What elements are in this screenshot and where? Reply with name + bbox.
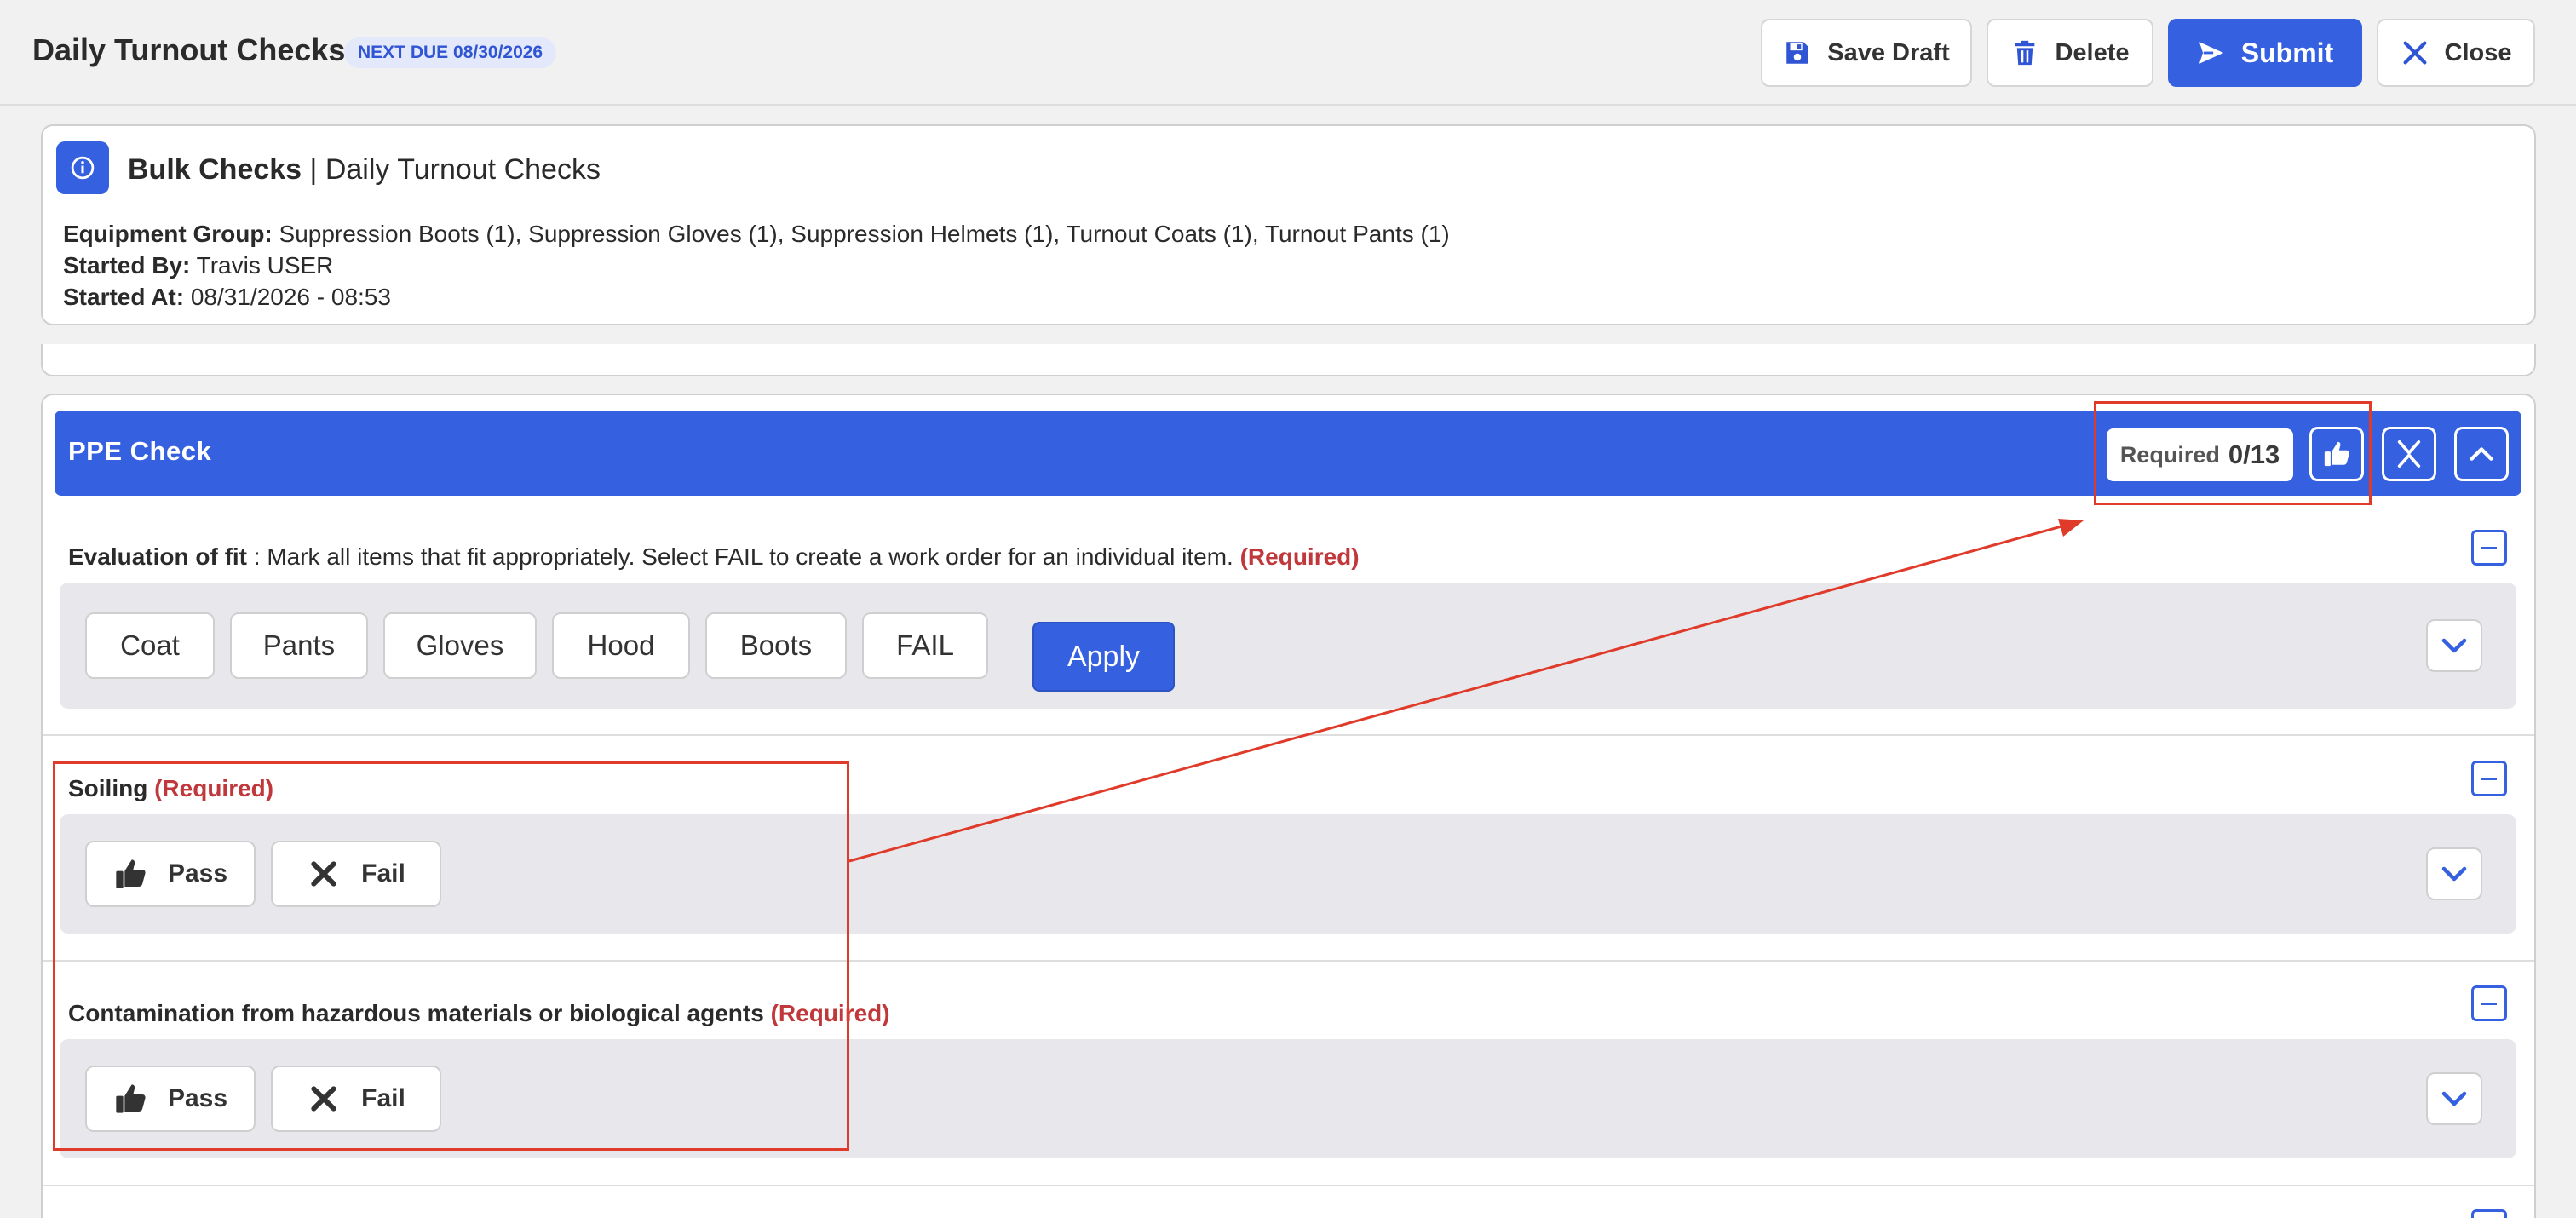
- close-label: Close: [2444, 38, 2512, 66]
- fit-option-hood[interactable]: Hood: [552, 612, 690, 679]
- info-circle-icon: [56, 141, 109, 194]
- top-bar: Daily Turnout Checks NEXT DUE 08/30/2026…: [0, 0, 2576, 106]
- soiling-minus-button[interactable]: [2471, 761, 2507, 796]
- page-title: Daily Turnout Checks: [32, 32, 346, 67]
- info-details: Equipment Group: Suppression Boots (1), …: [63, 218, 1450, 313]
- chevron-down-icon: [2441, 1091, 2467, 1106]
- collapsed-section-strip: [41, 344, 2536, 376]
- chevron-down-icon: [2441, 638, 2467, 653]
- minus-icon: [2481, 1002, 2497, 1005]
- equipment-group-label: Equipment Group:: [63, 221, 273, 247]
- info-heading: Bulk Checks | Daily Turnout Checks: [128, 153, 601, 187]
- equipment-group-value: Suppression Boots (1), Suppression Glove…: [272, 221, 1450, 247]
- equipment-group-line: Equipment Group: Suppression Boots (1), …: [63, 218, 1450, 250]
- annotation-box-required: [2094, 401, 2372, 505]
- apply-button[interactable]: Apply: [1032, 622, 1175, 692]
- started-at-label: Started At:: [63, 284, 185, 310]
- info-heading-bold: Bulk Checks: [128, 153, 302, 186]
- minus-icon: [2481, 546, 2497, 549]
- contamination-expand-button[interactable]: [2426, 1072, 2482, 1125]
- started-at-value: 08/31/2026 - 08:53: [184, 284, 391, 310]
- delete-label: Delete: [2055, 38, 2130, 66]
- fit-expand-button[interactable]: [2426, 619, 2482, 672]
- floppy-disk-icon: [1786, 42, 1809, 64]
- started-by-line: Started By: Travis USER: [63, 250, 1450, 281]
- fit-minus-button[interactable]: [2471, 530, 2507, 566]
- fit-option-gloves[interactable]: Gloves: [383, 612, 537, 679]
- submit-button[interactable]: Submit: [2168, 19, 2362, 87]
- next-due-badge: NEXT DUE 08/30/2026: [344, 37, 557, 68]
- fit-required-tag: (Required): [1239, 543, 1360, 570]
- started-at-line: Started At: 08/31/2026 - 08:53: [63, 281, 1450, 313]
- divider: [43, 1185, 2534, 1186]
- contamination-minus-button[interactable]: [2471, 985, 2507, 1021]
- started-by-value: Travis USER: [190, 252, 334, 279]
- x-icon: [2403, 41, 2426, 65]
- soiling-expand-button[interactable]: [2426, 847, 2482, 900]
- fit-label-rest: : Mark all items that fit appropriately.…: [247, 543, 1240, 570]
- started-by-label: Started By:: [63, 252, 191, 279]
- fail-all-button[interactable]: [2382, 427, 2436, 481]
- fit-option-coat[interactable]: Coat: [85, 612, 215, 679]
- ppe-check-title: PPE Check: [68, 436, 212, 466]
- fit-question-label: Evaluation of fit : Mark all items that …: [68, 543, 1360, 571]
- close-button[interactable]: Close: [2377, 19, 2535, 87]
- fit-option-fail[interactable]: FAIL: [862, 612, 988, 679]
- collapse-arrows-icon: [2397, 440, 2421, 468]
- paper-plane-icon: [2199, 42, 2223, 64]
- fit-option-pants[interactable]: Pants: [230, 612, 368, 679]
- submit-label: Submit: [2240, 37, 2334, 68]
- annotation-box-questions: [53, 761, 849, 1151]
- collapse-section-button[interactable]: [2454, 427, 2509, 481]
- bulk-checks-info-card: Bulk Checks | Daily Turnout Checks Equip…: [41, 124, 2536, 325]
- minus-icon: [2481, 777, 2497, 780]
- delete-button[interactable]: Delete: [1987, 19, 2153, 87]
- trash-icon: [2015, 40, 2035, 66]
- save-draft-button[interactable]: Save Draft: [1761, 19, 1972, 87]
- next-question-minus-button[interactable]: [2471, 1209, 2507, 1218]
- save-draft-label: Save Draft: [1827, 38, 1950, 66]
- chevron-down-icon: [2441, 866, 2467, 882]
- fit-option-boots[interactable]: Boots: [705, 612, 847, 679]
- fit-label-bold: Evaluation of fit: [68, 543, 247, 570]
- info-heading-rest: | Daily Turnout Checks: [302, 153, 601, 186]
- divider: [43, 734, 2534, 736]
- chevron-up-icon: [2470, 447, 2493, 461]
